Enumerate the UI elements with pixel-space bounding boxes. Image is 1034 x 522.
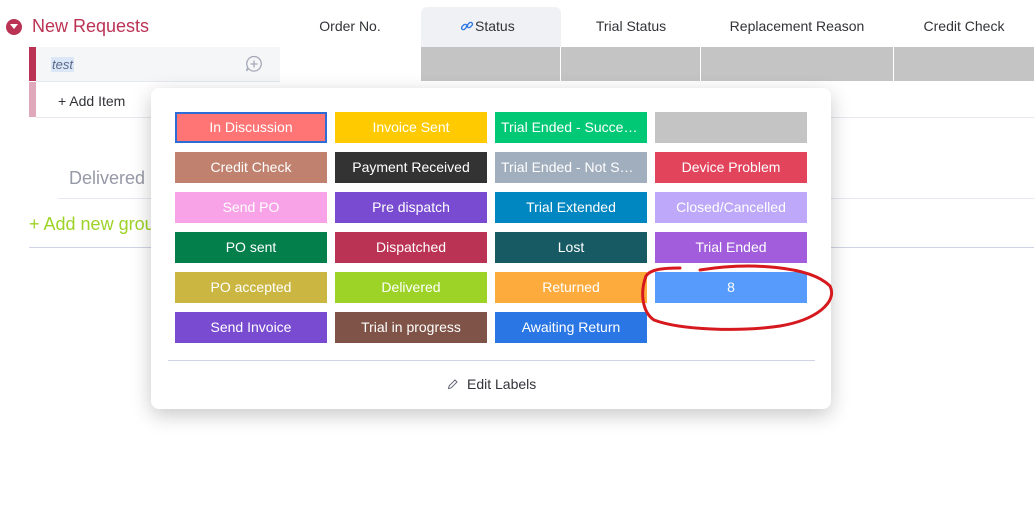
- status-label-option[interactable]: Send Invoice: [175, 312, 327, 343]
- item-name[interactable]: test: [51, 57, 74, 72]
- annotation-circle: [641, 264, 834, 331]
- status-label-option[interactable]: Returned: [495, 272, 647, 303]
- status-label-option[interactable]: Closed/Cancelled: [655, 192, 807, 223]
- column-header-status[interactable]: Status: [475, 18, 555, 36]
- add-item-strip: [29, 82, 36, 117]
- credit-check-cell[interactable]: [894, 47, 1034, 81]
- status-label-option[interactable]: PO sent: [175, 232, 327, 263]
- add-item-button[interactable]: + Add Item: [58, 93, 125, 109]
- order-no-cell[interactable]: [281, 47, 420, 81]
- status-label-option[interactable]: Awaiting Return: [495, 312, 647, 343]
- add-update-icon[interactable]: [244, 54, 264, 74]
- status-label-option[interactable]: Delivered: [335, 272, 487, 303]
- link-icon: [460, 21, 474, 31]
- pencil-icon: [447, 379, 458, 390]
- status-label-option[interactable]: In Discussion: [175, 112, 327, 143]
- status-label-option[interactable]: Pre dispatch: [335, 192, 487, 223]
- status-label-option[interactable]: Device Problem: [655, 152, 807, 183]
- status-label-option[interactable]: Trial Ended - Not Successful: [495, 152, 647, 183]
- status-cell[interactable]: [421, 47, 560, 81]
- edit-labels-button[interactable]: Edit Labels: [467, 376, 536, 392]
- status-label-option[interactable]: [655, 112, 807, 143]
- column-header-credit-check[interactable]: Credit Check: [904, 18, 1024, 36]
- status-label-option[interactable]: Trial Extended: [495, 192, 647, 223]
- column-header-replacement-reason[interactable]: Replacement Reason: [712, 18, 882, 36]
- add-new-group-button[interactable]: + Add new grou: [29, 214, 155, 235]
- popup-divider: [168, 360, 815, 361]
- collapsed-group-title[interactable]: Delivered: [69, 168, 145, 189]
- replacement-reason-cell[interactable]: [701, 47, 893, 81]
- column-header-order-no[interactable]: Order No.: [300, 18, 400, 36]
- column-header-trial-status[interactable]: Trial Status: [571, 18, 691, 36]
- status-label-option[interactable]: Credit Check: [175, 152, 327, 183]
- status-label-option[interactable]: Lost: [495, 232, 647, 263]
- status-label-option[interactable]: Invoice Sent: [335, 112, 487, 143]
- status-label-option[interactable]: Payment Received: [335, 152, 487, 183]
- status-label-option[interactable]: Trial in progress: [335, 312, 487, 343]
- status-label-option[interactable]: Trial Ended - Successful: [495, 112, 647, 143]
- row-color-strip: [29, 47, 36, 81]
- group-collapse-toggle[interactable]: [6, 19, 22, 35]
- status-label-option[interactable]: Dispatched: [335, 232, 487, 263]
- status-label-option[interactable]: Send PO: [175, 192, 327, 223]
- trial-status-cell[interactable]: [561, 47, 700, 81]
- group-title[interactable]: New Requests: [32, 16, 149, 37]
- status-label-option[interactable]: PO accepted: [175, 272, 327, 303]
- status-label-option[interactable]: Trial Ended: [655, 232, 807, 263]
